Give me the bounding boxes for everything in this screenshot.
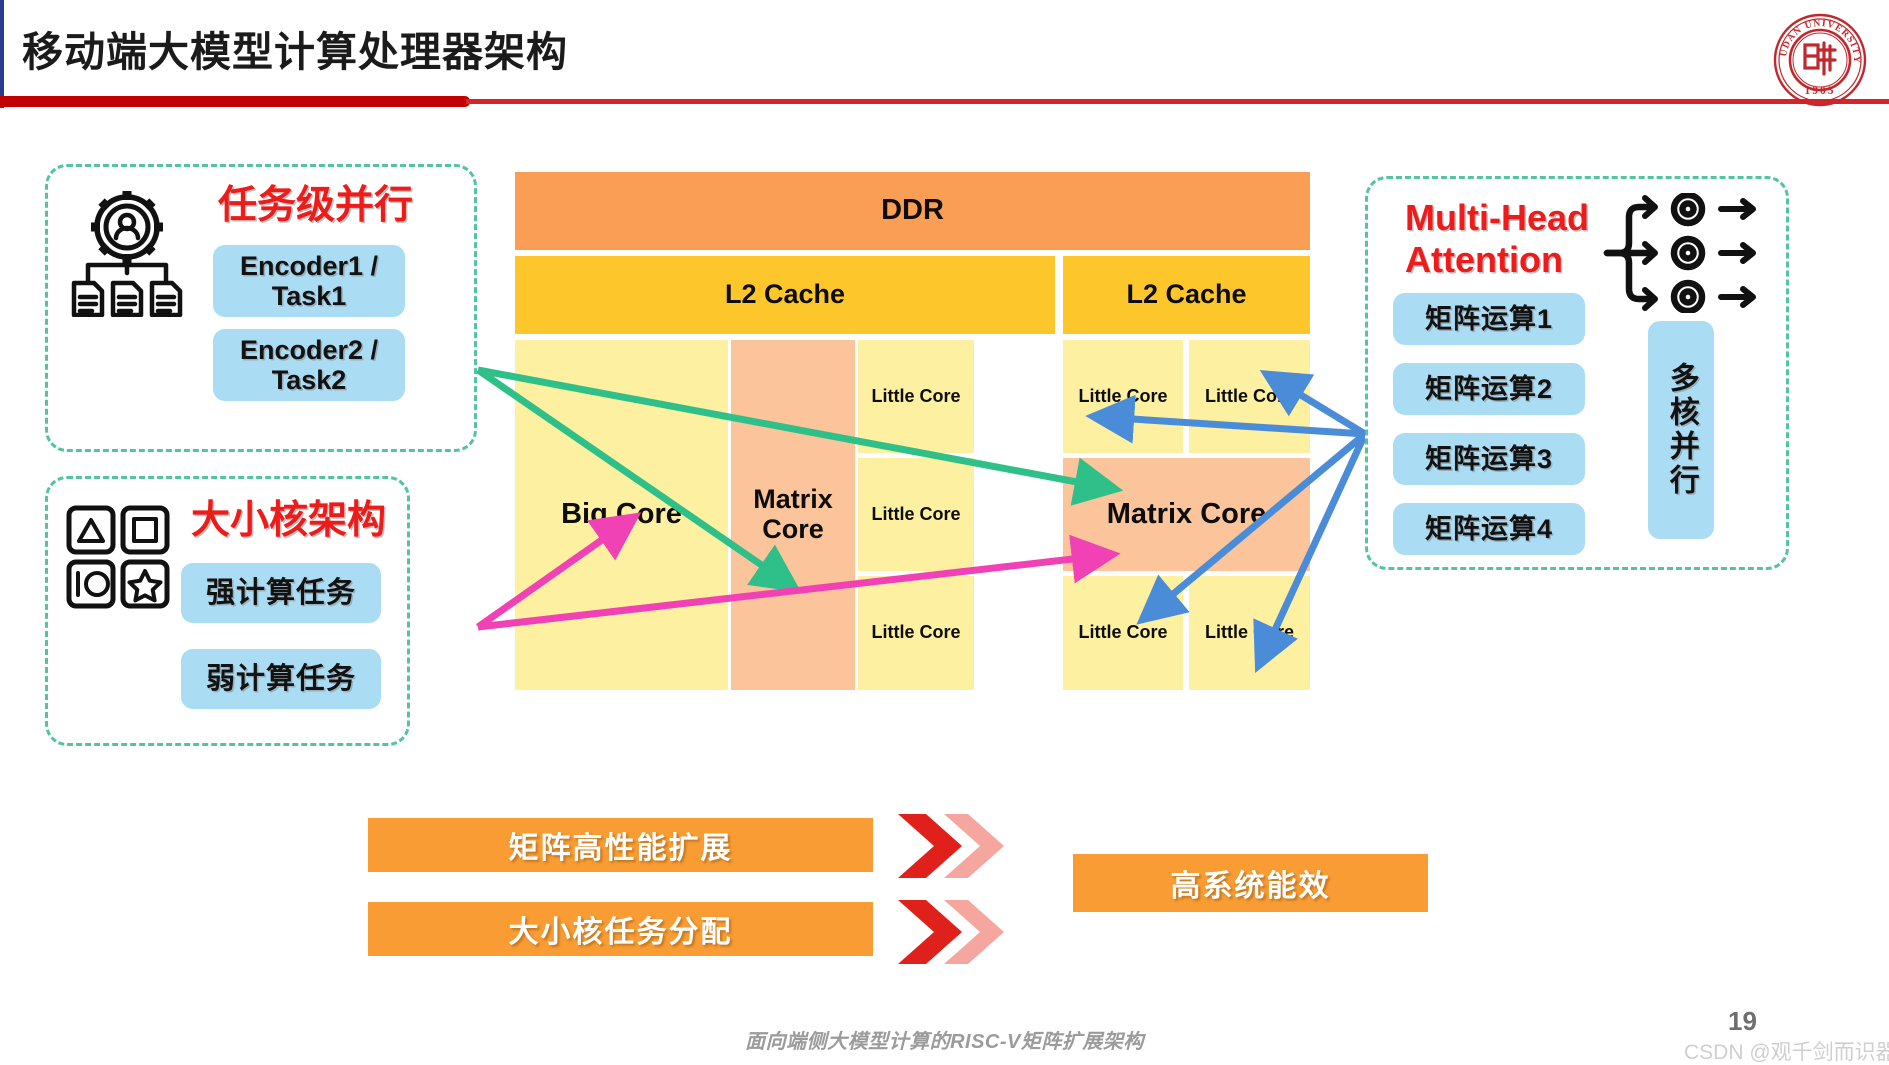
arrow-task-to-matrix-core-right xyxy=(477,534,1121,631)
attention-item-matmul2[interactable]: 矩阵运算2 xyxy=(1393,363,1585,415)
attention-item-matmul4[interactable]: 矩阵运算4 xyxy=(1393,503,1585,555)
arrow-task-to-matrix-right xyxy=(477,366,1124,506)
page-number: 19 xyxy=(1728,1006,1757,1036)
summary-bar-matrix-extension: 矩阵高性能扩展 xyxy=(368,818,873,872)
attention-item-matmul1[interactable]: 矩阵运算1 xyxy=(1393,293,1585,345)
branch-gears-arrows-icon xyxy=(1603,193,1768,313)
double-chevron-icon-bottom xyxy=(898,900,1004,964)
double-chevron-icon-top xyxy=(898,814,1004,878)
footer-caption: 面向端侧大模型计算的RISC-V矩阵扩展架构 xyxy=(745,1031,1144,1053)
attention-side-label-multicore[interactable]: 多核并行 xyxy=(1648,321,1714,539)
summary-bar-system-efficiency: 高系统能效 xyxy=(1073,854,1428,912)
panel-multi-head-attention: Multi-Head Attention 矩阵运算1 矩阵运算2 矩阵运算3 矩… xyxy=(1365,176,1789,570)
csdn-watermark: CSDN @观千剑而识器 xyxy=(1684,1041,1889,1064)
slide-root: 移动端大模型计算处理器架构 FUDAN UNIVERSITY 1905 xyxy=(0,0,1889,1065)
panel-attention-title: Multi-Head Attention xyxy=(1405,197,1589,280)
arrow-attention-to-little-core-r3 xyxy=(1136,431,1368,625)
attention-item-matmul3[interactable]: 矩阵运算3 xyxy=(1393,433,1585,485)
arrow-attention-to-little-core-r4 xyxy=(1253,432,1369,673)
arrow-attention-to-little-core-r1 xyxy=(1085,394,1366,444)
summary-bar-task-allocation: 大小核任务分配 xyxy=(368,902,873,956)
